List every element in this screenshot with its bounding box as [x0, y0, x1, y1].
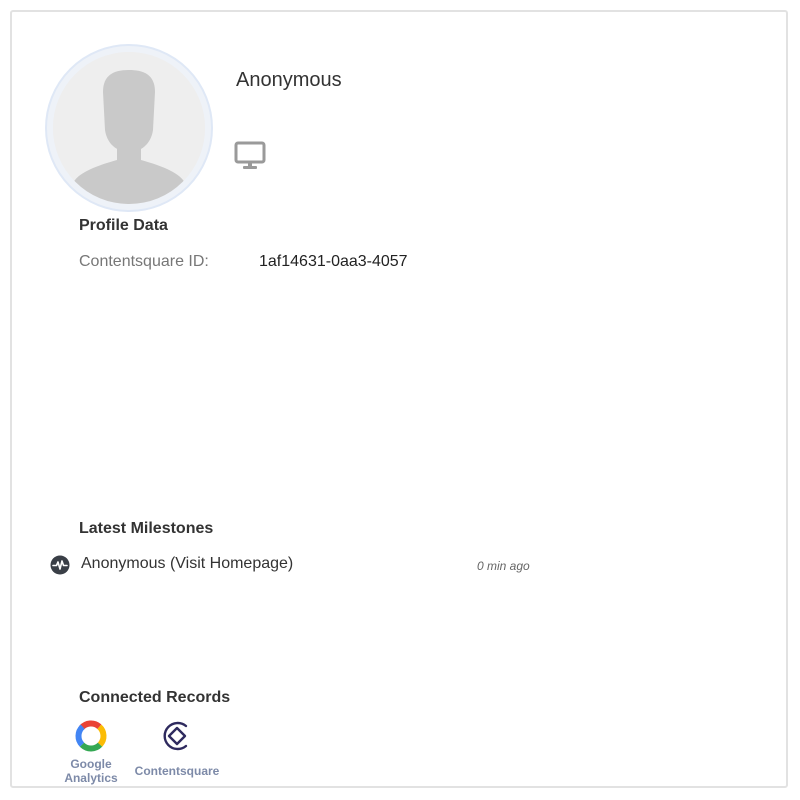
activity-pulse-icon	[50, 555, 70, 575]
profile-name: Anonymous	[236, 69, 342, 91]
desktop-monitor-icon	[234, 140, 266, 172]
profile-card: Anonymous Profile Data Contentsquare ID:…	[10, 10, 788, 788]
avatar	[45, 44, 213, 212]
contentsquare-id-value: 1af14631-0aa3-4057	[259, 253, 408, 270]
contentsquare-icon	[163, 721, 188, 751]
contentsquare-record[interactable]: Contentsquare	[129, 719, 225, 778]
profile-data-heading: Profile Data	[79, 217, 168, 234]
google-analytics-label: Google Analytics	[64, 757, 118, 785]
milestone-time: 0 min ago	[477, 559, 530, 573]
milestone-label[interactable]: Anonymous (Visit Homepage)	[81, 555, 293, 573]
default-user-avatar-icon	[53, 52, 205, 204]
google-analytics-icon	[75, 720, 107, 752]
latest-milestones-heading: Latest Milestones	[79, 520, 214, 537]
connected-records-heading: Connected Records	[79, 689, 231, 706]
contentsquare-label: Contentsquare	[134, 764, 220, 778]
google-analytics-record[interactable]: Google Analytics	[56, 719, 126, 785]
contentsquare-id-label: Contentsquare ID:	[79, 253, 209, 270]
